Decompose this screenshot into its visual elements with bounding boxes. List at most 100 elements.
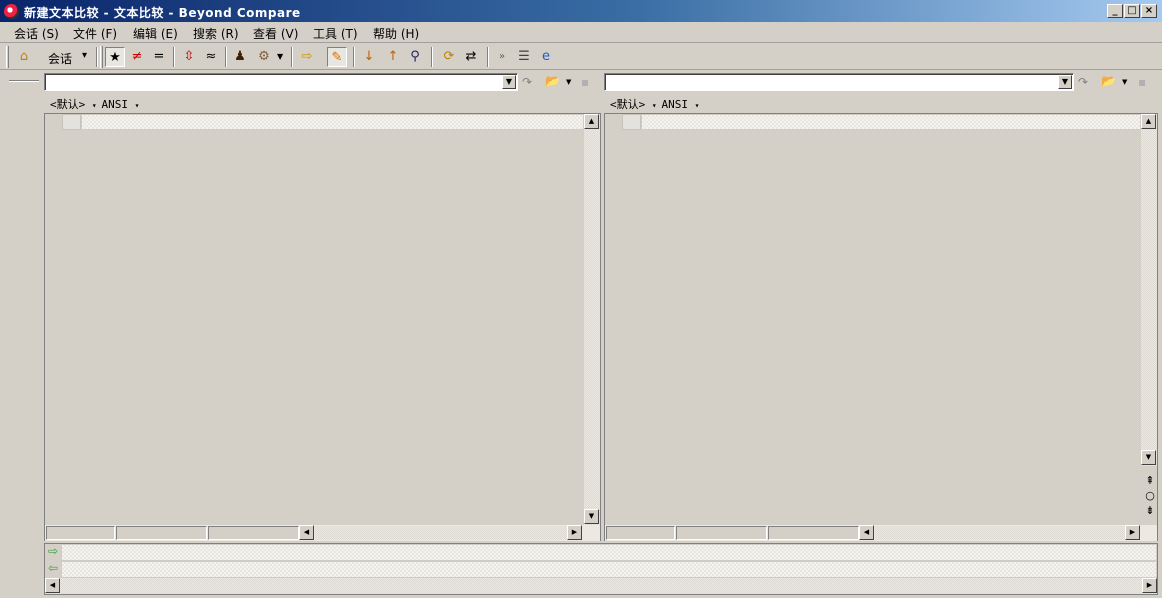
scroll-right-icon[interactable]: ▶ <box>1125 525 1140 540</box>
maximize-button[interactable]: □ <box>1124 4 1140 18</box>
go-icon[interactable]: ↷ <box>1078 75 1088 89</box>
close-button[interactable]: × <box>1141 4 1157 18</box>
toolbar: ⌂ 会话 ▾ ★ ≠ = ⇳ ≈ ♟ ⚙ ▼ ⇨ ✎ ↓ ↑ ⚲ ⟳ ⇄ » ☰… <box>0 44 1162 70</box>
show-same-icon[interactable]: = <box>149 47 169 67</box>
swap-sides-icon[interactable]: ⟳ <box>439 47 459 67</box>
left-encoding-default[interactable]: <默认> <box>50 98 85 111</box>
right-status-cell <box>768 526 859 540</box>
right-encoding-charset[interactable]: ANSI <box>662 98 689 111</box>
chevron-down-icon[interactable]: ▼ <box>277 52 283 61</box>
toolbar-separator <box>353 47 355 67</box>
output-area: ⇨ ⇦ ◀ ▶ <box>44 543 1158 595</box>
scroll-left-icon[interactable]: ◀ <box>45 578 60 593</box>
right-status-cell <box>606 526 675 540</box>
web-icon[interactable]: e <box>536 47 556 67</box>
toolbar-separator <box>487 47 489 67</box>
next-section-icon[interactable]: ⇨ <box>297 47 317 67</box>
copy-icon[interactable]: ⇄ <box>461 47 481 67</box>
left-encoding-charset[interactable]: ANSI <box>102 98 129 111</box>
menu-view[interactable]: 查看 (V) <box>253 25 298 42</box>
show-differences-icon[interactable]: ≠ <box>127 47 147 67</box>
session-dropdown-label[interactable]: 会话 <box>48 50 72 67</box>
menu-session[interactable]: 会话 (S) <box>14 25 59 42</box>
menu-tools[interactable]: 工具 (T) <box>313 25 358 42</box>
left-status-cell <box>208 526 299 540</box>
scroll-right-icon[interactable]: ▶ <box>567 525 582 540</box>
toolbar-separator <box>431 47 433 67</box>
toolbar-grip[interactable] <box>6 46 9 68</box>
left-path-input[interactable]: ▼ <box>44 73 518 91</box>
open-folder-icon[interactable]: 📂 <box>545 74 560 88</box>
app-icon <box>4 4 19 19</box>
scroll-left-icon[interactable]: ◀ <box>859 525 874 540</box>
right-encoding-default[interactable]: <默认> <box>610 98 645 111</box>
bottom-horizontal-scrollbar[interactable]: ◀ ▶ <box>45 578 1157 594</box>
toolbar-separator <box>96 47 98 67</box>
right-text-pane[interactable]: ▲ ▼ ⇞ ○ ⇟ ◀ ▶ <box>604 113 1158 541</box>
home-icon[interactable]: ⌂ <box>14 47 34 67</box>
edit-icon[interactable]: ✎ <box>327 47 347 67</box>
menu-help[interactable]: 帮助 (H) <box>373 25 419 42</box>
line-detail-left[interactable] <box>61 544 1157 561</box>
right-encoding-bar: <默认> ▾ ANSI ▾ <box>610 96 699 112</box>
left-horizontal-scrollbar[interactable] <box>315 526 567 540</box>
scroll-right-icon[interactable]: ▶ <box>1142 578 1157 593</box>
chevron-down-icon[interactable]: ▼ <box>566 78 571 86</box>
open-folder-icon[interactable]: 📂 <box>1101 74 1116 88</box>
next-diff-nav-icon[interactable]: ⇟ <box>1144 504 1156 517</box>
chevron-down-icon[interactable]: ▾ <box>695 101 700 110</box>
rules-icon[interactable]: ♟ <box>230 47 250 67</box>
scroll-down-icon[interactable]: ▼ <box>1141 450 1156 465</box>
menu-bar: 会话 (S) 文件 (F) 编辑 (E) 搜索 (R) 查看 (V) 工具 (T… <box>0 22 1162 43</box>
splitter-handle[interactable] <box>9 80 39 82</box>
left-vertical-scrollbar[interactable]: ▲ ▼ <box>584 114 600 525</box>
chevron-down-icon[interactable]: ▾ <box>135 101 140 110</box>
scroll-up-icon[interactable]: ▲ <box>1141 114 1156 129</box>
left-encoding-bar: <默认> ▾ ANSI ▾ <box>50 96 139 112</box>
toolbar-separator <box>173 47 175 67</box>
right-empty-line[interactable] <box>641 114 1141 130</box>
window-title: 新建文本比较 - 文本比较 - Beyond Compare <box>24 6 301 20</box>
scroll-down-icon[interactable]: ▼ <box>584 509 599 524</box>
minimize-button[interactable]: _ <box>1107 4 1123 18</box>
prev-diff-nav-icon[interactable]: ⇞ <box>1144 474 1156 487</box>
left-empty-line[interactable] <box>81 114 584 130</box>
format-icon[interactable]: ⚙ <box>254 47 274 67</box>
ignore-minor-icon[interactable]: ≈ <box>201 47 221 67</box>
right-horizontal-bar: ◀ ▶ <box>605 525 1157 541</box>
scroll-left-icon[interactable]: ◀ <box>299 525 314 540</box>
show-all-icon[interactable]: ★ <box>105 47 125 67</box>
copy-to-left-icon[interactable]: ⇦ <box>45 561 61 578</box>
chevron-down-icon[interactable]: ▾ <box>92 101 102 110</box>
left-status-cell <box>116 526 207 540</box>
chevron-down-icon[interactable]: ▾ <box>652 101 662 110</box>
previous-difference-icon[interactable]: ↑ <box>383 47 403 67</box>
report-icon[interactable]: ☰ <box>514 47 534 67</box>
left-text-pane[interactable]: ▲ ▼ ◀ ▶ <box>44 113 601 541</box>
menu-edit[interactable]: 编辑 (E) <box>133 25 178 42</box>
save-icon[interactable]: ▪ <box>581 75 589 89</box>
current-line-nav-icon[interactable]: ○ <box>1144 489 1156 502</box>
menu-file[interactable]: 文件 (F) <box>73 25 117 42</box>
chevron-down-icon[interactable]: ▼ <box>1058 75 1072 89</box>
right-path-input[interactable]: ▼ <box>604 73 1074 91</box>
more-icon[interactable]: » <box>492 47 512 67</box>
toolbar-separator <box>291 47 293 67</box>
right-vertical-scrollbar[interactable]: ▲ ▼ <box>1141 114 1157 466</box>
save-icon[interactable]: ▪ <box>1138 75 1146 89</box>
scroll-up-icon[interactable]: ▲ <box>584 114 599 129</box>
go-icon[interactable]: ↷ <box>522 75 532 89</box>
menu-search[interactable]: 搜索 (R) <box>193 25 239 42</box>
next-difference-icon[interactable]: ↓ <box>359 47 379 67</box>
find-icon[interactable]: ⚲ <box>405 47 425 67</box>
context-icon[interactable]: ⇳ <box>179 47 199 67</box>
chevron-down-icon[interactable]: ▾ <box>82 50 87 61</box>
chevron-down-icon[interactable]: ▼ <box>1122 78 1127 86</box>
copy-to-right-icon[interactable]: ⇨ <box>45 544 61 561</box>
line-detail-right[interactable] <box>61 561 1157 578</box>
toolbar-grip[interactable] <box>100 46 103 68</box>
chevron-down-icon[interactable]: ▼ <box>502 75 516 89</box>
right-line-gutter <box>622 114 641 130</box>
right-horizontal-scrollbar[interactable] <box>875 526 1125 540</box>
toolbar-separator <box>225 47 227 67</box>
